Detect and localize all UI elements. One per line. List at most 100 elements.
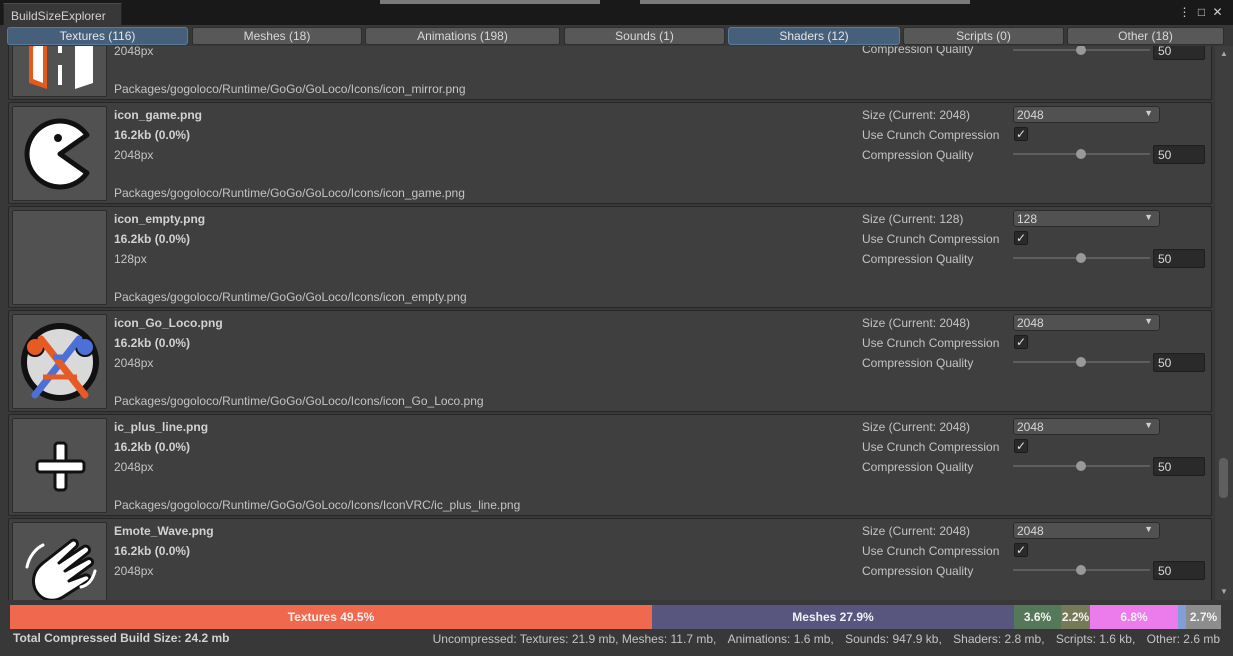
background-strip bbox=[380, 0, 600, 4]
size-bar-segment bbox=[1178, 605, 1186, 629]
close-icon[interactable]: ✕ bbox=[1211, 6, 1224, 19]
compression-quality-label: Compression Quality bbox=[862, 564, 974, 578]
compression-quality-label: Compression Quality bbox=[862, 460, 974, 474]
asset-item[interactable]: Emote_Wave.png 16.2kb (0.0%) 2048px Size… bbox=[8, 518, 1212, 600]
asset-path: Packages/gogoloco/Runtime/GoGo/GoLoco/Ic… bbox=[114, 498, 521, 512]
asset-name: icon_Go_Loco.png bbox=[114, 316, 223, 330]
tab-animations[interactable]: Animations (198) bbox=[365, 27, 560, 45]
compression-quality-label: Compression Quality bbox=[862, 356, 974, 370]
chevron-down-icon: ▼ bbox=[1144, 420, 1153, 430]
asset-resolution: 2048px bbox=[114, 564, 154, 578]
asset-name: Emote_Wave.png bbox=[114, 524, 214, 538]
quality-slider-handle[interactable] bbox=[1076, 461, 1086, 471]
build-size-summary: Textures 49.5% Meshes 27.9% 3.6% 2.2% 6.8% 2.… bbox=[0, 600, 1233, 656]
empty-icon bbox=[13, 211, 107, 305]
total-build-size: Total Compressed Build Size: 24.2 mb bbox=[13, 631, 230, 645]
category-toolbar: Textures (116) Meshes (18) Animations (1… bbox=[0, 25, 1233, 46]
quality-slider-handle[interactable] bbox=[1076, 357, 1086, 367]
vertical-scrollbar[interactable]: ▲ ▼ bbox=[1215, 46, 1233, 600]
quality-slider-handle[interactable] bbox=[1076, 253, 1086, 263]
tab-scripts[interactable]: Scripts (0) bbox=[903, 27, 1064, 45]
max-size-dropdown[interactable]: 128 ▼ bbox=[1013, 210, 1160, 227]
scroll-down-icon[interactable]: ▼ bbox=[1215, 586, 1233, 598]
asset-item[interactable]: icon_game.png 16.2kb (0.0%) 2048px Packa… bbox=[8, 102, 1212, 204]
size-bar-segment: 2.7% bbox=[1186, 605, 1221, 629]
quality-slider-handle[interactable] bbox=[1076, 46, 1086, 55]
asset-resolution: 128px bbox=[114, 252, 147, 266]
quality-input[interactable]: 50 bbox=[1153, 457, 1205, 476]
mirror-icon bbox=[29, 46, 93, 89]
uncompressed-other: Other: 2.6 mb bbox=[1146, 632, 1220, 646]
max-size-label: Size (Current: 2048) bbox=[862, 420, 971, 434]
crunch-compression-checkbox[interactable]: ✓ bbox=[1014, 335, 1028, 349]
tab-other[interactable]: Other (18) bbox=[1067, 27, 1224, 45]
scroll-up-icon[interactable]: ▲ bbox=[1215, 48, 1233, 60]
crunch-compression-checkbox[interactable]: ✓ bbox=[1014, 231, 1028, 245]
quality-slider-handle[interactable] bbox=[1076, 149, 1086, 159]
max-size-value: 2048 bbox=[1017, 316, 1044, 330]
uncompressed-sounds: Sounds: 947.9 kb, bbox=[845, 632, 942, 646]
asset-thumbnail bbox=[12, 210, 107, 305]
asset-name: ic_plus_line.png bbox=[114, 420, 209, 434]
asset-size: 16.2kb (0.0%) bbox=[114, 440, 191, 454]
wave-hand-icon bbox=[25, 538, 97, 600]
asset-size: 16.2kb (0.0%) bbox=[114, 336, 191, 350]
max-size-dropdown[interactable]: 2048 ▼ bbox=[1013, 314, 1160, 331]
crunch-compression-checkbox[interactable]: ✓ bbox=[1014, 439, 1028, 453]
asset-item-icon-mirror[interactable]: 2048px Compression Quality 50 Packages/g… bbox=[8, 46, 1212, 100]
scrollbar-thumb[interactable] bbox=[1219, 458, 1228, 498]
quality-slider-handle[interactable] bbox=[1076, 565, 1086, 575]
asset-path: Packages/gogoloco/Runtime/GoGo/GoLoco/Ic… bbox=[114, 394, 484, 408]
asset-thumbnail bbox=[12, 522, 107, 600]
chevron-down-icon: ▼ bbox=[1144, 316, 1153, 326]
max-size-dropdown[interactable]: 2048 ▼ bbox=[1013, 522, 1160, 539]
crunch-compression-label: Use Crunch Compression bbox=[862, 336, 1000, 350]
chevron-down-icon: ▼ bbox=[1144, 212, 1153, 222]
asset-size: 16.2kb (0.0%) bbox=[114, 128, 191, 142]
max-size-label: Size (Current: 2048) bbox=[862, 108, 971, 122]
asset-thumbnail bbox=[12, 46, 107, 97]
more-menu-icon[interactable]: ⋮ bbox=[1178, 6, 1191, 19]
size-bar-segment: Textures 49.5% bbox=[10, 605, 652, 629]
asset-item[interactable]: ic_plus_line.png 16.2kb (0.0%) 2048px Pa… bbox=[8, 414, 1212, 516]
asset-size: 16.2kb (0.0%) bbox=[114, 544, 191, 558]
asset-size: 16.2kb (0.0%) bbox=[114, 232, 191, 246]
quality-input[interactable]: 50 bbox=[1153, 249, 1205, 268]
compression-quality-label: Compression Quality bbox=[862, 252, 974, 266]
tab-textures[interactable]: Textures (116) bbox=[7, 27, 188, 45]
crunch-compression-label: Use Crunch Compression bbox=[862, 232, 1000, 246]
asset-resolution: 2048px bbox=[114, 148, 154, 162]
size-bar-segment: Meshes 27.9% bbox=[652, 605, 1014, 629]
crunch-compression-label: Use Crunch Compression bbox=[862, 440, 1000, 454]
max-size-dropdown[interactable]: 2048 ▼ bbox=[1013, 418, 1160, 435]
window-tab[interactable]: BuildSizeExplorer bbox=[3, 3, 122, 25]
asset-list[interactable]: 2048px Compression Quality 50 Packages/g… bbox=[0, 46, 1215, 600]
asset-resolution: 2048px bbox=[114, 356, 154, 370]
asset-name: icon_empty.png bbox=[114, 212, 206, 226]
asset-item[interactable]: icon_Go_Loco.png 16.2kb (0.0%) 2048px Pa… bbox=[8, 310, 1212, 412]
background-strip bbox=[640, 0, 970, 4]
asset-thumbnail bbox=[12, 314, 107, 409]
quality-input[interactable]: 50 bbox=[1153, 561, 1205, 580]
quality-input[interactable]: 50 bbox=[1153, 46, 1205, 60]
uncompressed-animations: Animations: 1.6 mb, bbox=[727, 632, 834, 646]
asset-path: Packages/gogoloco/Runtime/GoGo/GoLoco/Ic… bbox=[114, 82, 466, 96]
uncompressed-shaders: Shaders: 2.8 mb, bbox=[953, 632, 1045, 646]
tab-sounds[interactable]: Sounds (1) bbox=[564, 27, 725, 45]
asset-item[interactable]: icon_empty.png 16.2kb (0.0%) 128px Packa… bbox=[8, 206, 1212, 308]
goloco-logo-icon bbox=[21, 323, 99, 401]
max-size-value: 2048 bbox=[1017, 108, 1044, 122]
tab-meshes[interactable]: Meshes (18) bbox=[192, 27, 362, 45]
chevron-down-icon: ▼ bbox=[1144, 108, 1153, 118]
uncompressed-sizes: Uncompressed: Textures: 21.9 mb, Meshes:… bbox=[425, 632, 1220, 646]
quality-input[interactable]: 50 bbox=[1153, 145, 1205, 164]
crunch-compression-checkbox[interactable]: ✓ bbox=[1014, 127, 1028, 141]
maximize-icon[interactable]: □ bbox=[1195, 6, 1208, 19]
crunch-compression-checkbox[interactable]: ✓ bbox=[1014, 543, 1028, 557]
uncompressed-scripts: Scripts: 1.6 kb, bbox=[1055, 632, 1136, 646]
quality-input[interactable]: 50 bbox=[1153, 353, 1205, 372]
asset-thumbnail bbox=[12, 418, 107, 513]
tab-shaders[interactable]: Shaders (12) bbox=[728, 27, 900, 45]
max-size-value: 2048 bbox=[1017, 420, 1044, 434]
max-size-dropdown[interactable]: 2048 ▼ bbox=[1013, 106, 1160, 123]
